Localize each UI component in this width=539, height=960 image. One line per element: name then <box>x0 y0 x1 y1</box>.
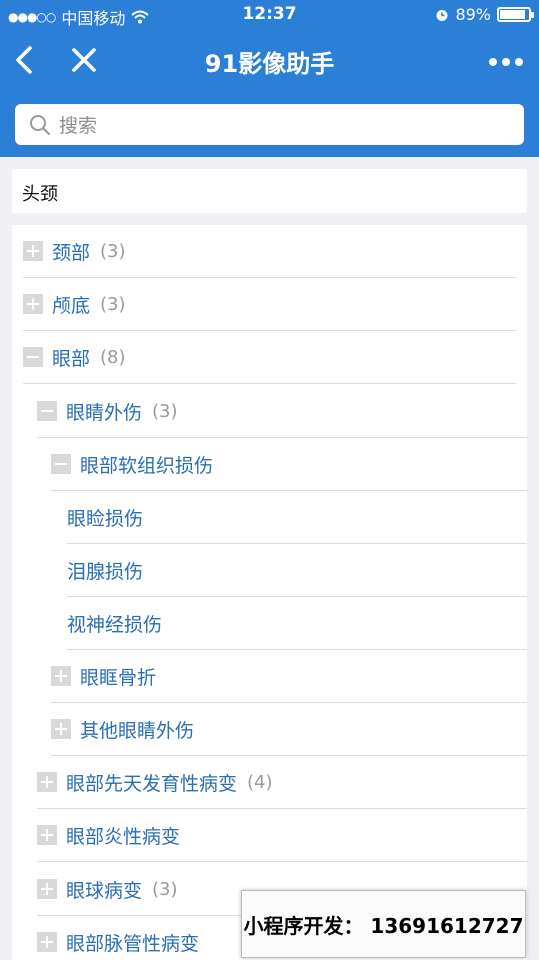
tree-row[interactable]: 眼部先天发育性病变 (4) <box>37 756 527 809</box>
status-right: 89% <box>435 5 534 24</box>
tree-row-label: 其他眼睛外伤 <box>80 719 195 742</box>
tree-row-label: 眼睑损伤 <box>67 507 144 530</box>
tree-row[interactable]: 颅底 (3) <box>23 278 516 331</box>
search-placeholder: 搜索 <box>59 115 98 137</box>
tree-row[interactable]: 眼部炎性病变 <box>37 809 527 862</box>
tree-row[interactable]: 其他眼睛外伤 <box>51 703 527 756</box>
tree-row[interactable]: 眼睛外伤 (3) <box>37 385 527 438</box>
tree-row-label: 颅底 <box>52 294 91 317</box>
tree-row[interactable]: 颈部 (3) <box>23 225 516 278</box>
nav-bar: 91影像助手 <box>0 34 539 88</box>
tree-row-count: (3) <box>100 293 126 315</box>
expand-icon[interactable] <box>51 719 71 739</box>
tree-row-count: (4) <box>247 771 273 793</box>
collapse-icon[interactable] <box>51 454 71 474</box>
search-icon <box>30 114 50 135</box>
category-tree: 颈部 (3) 颅底 (3) 眼部 (8) 眼睛外伤 (3) 眼部软组织损伤眼睑损伤泪腺损伤视神经… <box>12 225 527 960</box>
collapse-icon[interactable] <box>37 401 57 421</box>
expand-icon[interactable] <box>23 294 43 314</box>
page-title: 91影像助手 <box>204 50 335 78</box>
more-dot <box>502 58 510 66</box>
tree-row-count: (3) <box>152 878 178 900</box>
tree-row-label: 眼眶骨折 <box>80 666 157 689</box>
tree-row[interactable]: 眼部软组织损伤 <box>51 438 527 491</box>
tree-row-label: 眼部炎性病变 <box>66 825 181 848</box>
tree-row-label: 泪腺损伤 <box>67 560 144 583</box>
battery-fill <box>500 10 525 19</box>
battery-percent: 89% <box>455 5 491 24</box>
tree-row[interactable]: 眼睑损伤 <box>67 491 527 544</box>
tree-row-label: 眼部 <box>52 347 91 370</box>
expand-icon[interactable] <box>37 825 57 845</box>
section-header: 头颈 <box>12 169 527 213</box>
tree-row-label: 眼部先天发育性病变 <box>66 772 238 795</box>
tree-row-label: 颈部 <box>52 241 91 264</box>
more-icon[interactable] <box>489 58 523 66</box>
tree-row-count: (3) <box>152 400 178 422</box>
main-content: 头颈 颈部 (3) 颅底 (3) 眼部 (8) 眼睛外伤 (3) 眼部软组织损伤眼睑损伤泪腺损伤… <box>0 157 539 960</box>
tree-row-label: 眼部软组织损伤 <box>80 454 214 477</box>
section-title: 头颈 <box>22 184 58 205</box>
tree-row-count: (8) <box>100 346 126 368</box>
expand-icon[interactable] <box>23 241 43 261</box>
more-dot <box>515 58 523 66</box>
alarm-icon <box>436 9 448 21</box>
battery-icon <box>497 7 534 22</box>
tree-row[interactable]: 泪腺损伤 <box>67 544 527 597</box>
expand-icon[interactable] <box>51 666 71 686</box>
more-dot <box>489 58 497 66</box>
tree-row[interactable]: 视神经损伤 <box>67 597 527 650</box>
tree-row[interactable]: 眼部 (8) <box>23 331 516 384</box>
watermark: 小程序开发： 13691612727 <box>241 890 526 958</box>
expand-icon[interactable] <box>37 932 57 952</box>
status-bar: ●●●○○ 中国移动 12:37 89% <box>0 0 539 30</box>
tree-row-count: (3) <box>100 240 126 262</box>
search-input[interactable]: 搜索 <box>15 104 524 145</box>
tree-row-label: 视神经损伤 <box>67 613 163 636</box>
tree-row-label: 眼球病变 <box>66 879 143 902</box>
tree-row[interactable]: 眼眶骨折 <box>51 650 527 703</box>
expand-icon[interactable] <box>37 772 57 792</box>
expand-icon[interactable] <box>37 879 57 899</box>
header-bar: ●●●○○ 中国移动 12:37 89% 91影像助手 搜索 <box>0 0 539 157</box>
tree-row-label: 眼部脉管性病变 <box>66 932 200 955</box>
tree-row-label: 眼睛外伤 <box>66 401 143 424</box>
collapse-icon[interactable] <box>23 347 43 367</box>
